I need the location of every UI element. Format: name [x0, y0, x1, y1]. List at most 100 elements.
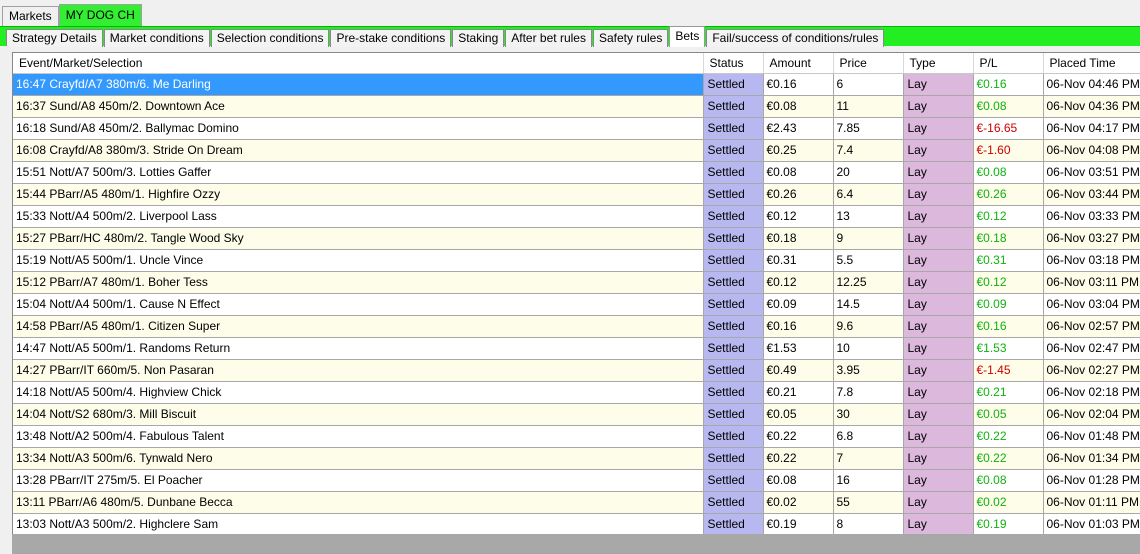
cell-pl: €0.08	[973, 95, 1044, 118]
cell-placed-time: 06-Nov 02:57 PM	[1043, 315, 1140, 338]
cell-placed-time: 06-Nov 01:28 PM	[1043, 469, 1140, 492]
cell-price: 7	[833, 447, 904, 470]
cell-type: Lay	[903, 183, 974, 206]
tab-staking[interactable]: Staking	[452, 29, 505, 47]
cell-amount: €1.53	[763, 337, 834, 360]
column-header-status[interactable]: Status	[703, 53, 764, 74]
cell-selection: 16:47 Crayfd/A7 380m/6. Me Darling	[13, 73, 704, 96]
column-header-price[interactable]: Price	[833, 53, 904, 74]
table-row[interactable]: 14:04 Nott/S2 680m/3. Mill Biscuit Settle…	[13, 403, 1140, 426]
cell-price: 6.8	[833, 425, 904, 448]
cell-selection: 15:27 PBarr/HC 480m/2. Tangle Wood Sky	[13, 227, 704, 250]
cell-placed-time: 06-Nov 02:04 PM	[1043, 403, 1140, 426]
tab-safety-rules[interactable]: Safety rules	[592, 29, 669, 47]
table-row[interactable]: 14:58 PBarr/A5 480m/1. Citizen Super Sett…	[13, 315, 1140, 338]
cell-pl: €-1.45	[973, 359, 1044, 382]
cell-price: 14.5	[833, 293, 904, 316]
cell-selection: 13:03 Nott/A3 500m/2. Highclere Sam	[13, 513, 704, 534]
cell-status: Settled	[703, 315, 764, 338]
strategy-tab-bar: Strategy Details Market conditions Selec…	[6, 26, 885, 47]
column-header-type[interactable]: Type	[903, 53, 974, 74]
tab-my-dog-ch[interactable]: MY DOG CH	[58, 4, 142, 26]
cell-pl: €0.22	[973, 447, 1044, 470]
cell-status: Settled	[703, 73, 764, 96]
table-row[interactable]: 15:44 PBarr/A5 480m/1. Highfire Ozzy Sett…	[13, 183, 1140, 206]
cell-pl: €-16.65	[973, 117, 1044, 140]
cell-status: Settled	[703, 205, 764, 228]
tab-bets[interactable]: Bets	[669, 26, 706, 47]
cell-selection: 15:04 Nott/A4 500m/1. Cause N Effect	[13, 293, 704, 316]
table-row[interactable]: 14:47 Nott/A5 500m/1. Randoms Return Sett…	[13, 337, 1140, 360]
table-row[interactable]: 14:27 PBarr/IT 660m/5. Non Pasaran Settle…	[13, 359, 1140, 382]
cell-type: Lay	[903, 381, 974, 404]
cell-pl: €0.08	[973, 161, 1044, 184]
cell-selection: 16:18 Sund/A8 450m/2. Ballymac Domino	[13, 117, 704, 140]
tab-selection-conditions[interactable]: Selection conditions	[210, 29, 330, 47]
cell-placed-time: 06-Nov 02:18 PM	[1043, 381, 1140, 404]
cell-price: 10	[833, 337, 904, 360]
cell-price: 30	[833, 403, 904, 426]
table-row[interactable]: 15:27 PBarr/HC 480m/2. Tangle Wood Sky Se…	[13, 227, 1140, 250]
cell-type: Lay	[903, 491, 974, 514]
cell-status: Settled	[703, 227, 764, 250]
cell-selection: 16:37 Sund/A8 450m/2. Downtown Ace	[13, 95, 704, 118]
cell-placed-time: 06-Nov 03:44 PM	[1043, 183, 1140, 206]
table-row[interactable]: 15:04 Nott/A4 500m/1. Cause N Effect Sett…	[13, 293, 1140, 316]
cell-pl: €0.12	[973, 205, 1044, 228]
cell-pl: €-1.60	[973, 139, 1044, 162]
table-row[interactable]: 16:37 Sund/A8 450m/2. Downtown Ace Settle…	[13, 95, 1140, 118]
table-row[interactable]: 15:19 Nott/A5 500m/1. Uncle Vince Settled…	[13, 249, 1140, 272]
tab-strategy-details[interactable]: Strategy Details	[6, 29, 103, 47]
cell-status: Settled	[703, 337, 764, 360]
cell-status: Settled	[703, 491, 764, 514]
table-row[interactable]: 16:18 Sund/A8 450m/2. Ballymac Domino Set…	[13, 117, 1140, 140]
cell-pl: €0.12	[973, 271, 1044, 294]
tab-pre-stake-conditions[interactable]: Pre-stake conditions	[330, 29, 452, 47]
tab-market-conditions[interactable]: Market conditions	[103, 29, 210, 47]
tab-fail-success-conditions[interactable]: Fail/success of conditions/rules	[706, 29, 885, 47]
column-header-amount[interactable]: Amount	[763, 53, 834, 74]
cell-pl: €1.53	[973, 337, 1044, 360]
cell-pl: €0.21	[973, 381, 1044, 404]
cell-amount: €0.22	[763, 447, 834, 470]
table-row[interactable]: 15:33 Nott/A4 500m/2. Liverpool Lass Sett…	[13, 205, 1140, 228]
table-row[interactable]: 13:34 Nott/A3 500m/6. Tynwald Nero Settle…	[13, 447, 1140, 470]
table-row[interactable]: 13:11 PBarr/A6 480m/5. Dunbane Becca Sett…	[13, 491, 1140, 514]
cell-selection: 13:48 Nott/A2 500m/4. Fabulous Talent	[13, 425, 704, 448]
table-row[interactable]: 13:48 Nott/A2 500m/4. Fabulous Talent Set…	[13, 425, 1140, 448]
cell-pl: €0.02	[973, 491, 1044, 514]
cell-amount: €0.19	[763, 513, 834, 534]
bets-grid: Event/Market/Selection Status Amount Pri…	[12, 52, 1140, 534]
table-row[interactable]: 15:12 PBarr/A7 480m/1. Boher Tess Settled…	[13, 271, 1140, 294]
top-tab-bar: Markets MY DOG CH	[0, 4, 142, 26]
column-header-selection[interactable]: Event/Market/Selection	[13, 53, 704, 74]
cell-status: Settled	[703, 183, 764, 206]
table-row[interactable]: 16:47 Crayfd/A7 380m/6. Me Darling Settle…	[13, 73, 1140, 96]
cell-status: Settled	[703, 161, 764, 184]
cell-pl: €0.22	[973, 425, 1044, 448]
cell-amount: €0.08	[763, 161, 834, 184]
column-header-placed-time[interactable]: Placed Time	[1043, 53, 1140, 74]
cell-amount: €0.31	[763, 249, 834, 272]
cell-amount: €0.25	[763, 139, 834, 162]
table-row[interactable]: 15:51 Nott/A7 500m/3. Lotties Gaffer Sett…	[13, 161, 1140, 184]
cell-amount: €0.09	[763, 293, 834, 316]
table-row[interactable]: 13:28 PBarr/IT 275m/5. El Poacher Settled…	[13, 469, 1140, 492]
cell-placed-time: 06-Nov 03:11 PM	[1043, 271, 1140, 294]
cell-placed-time: 06-Nov 01:48 PM	[1043, 425, 1140, 448]
cell-type: Lay	[903, 447, 974, 470]
cell-pl: €0.09	[973, 293, 1044, 316]
table-row[interactable]: 14:18 Nott/A5 500m/4. Highview Chick Sett…	[13, 381, 1140, 404]
cell-amount: €0.12	[763, 205, 834, 228]
table-row[interactable]: 13:03 Nott/A3 500m/2. Highclere Sam Settl…	[13, 513, 1140, 534]
cell-type: Lay	[903, 271, 974, 294]
cell-placed-time: 06-Nov 02:47 PM	[1043, 337, 1140, 360]
tab-markets[interactable]: Markets	[2, 6, 59, 26]
cell-placed-time: 06-Nov 04:08 PM	[1043, 139, 1140, 162]
cell-type: Lay	[903, 73, 974, 96]
cell-type: Lay	[903, 161, 974, 184]
column-header-pl[interactable]: P/L	[973, 53, 1044, 74]
tab-after-bet-rules[interactable]: After bet rules	[505, 29, 592, 47]
table-row[interactable]: 16:08 Crayfd/A8 380m/3. Stride On Dream S…	[13, 139, 1140, 162]
cell-status: Settled	[703, 249, 764, 272]
